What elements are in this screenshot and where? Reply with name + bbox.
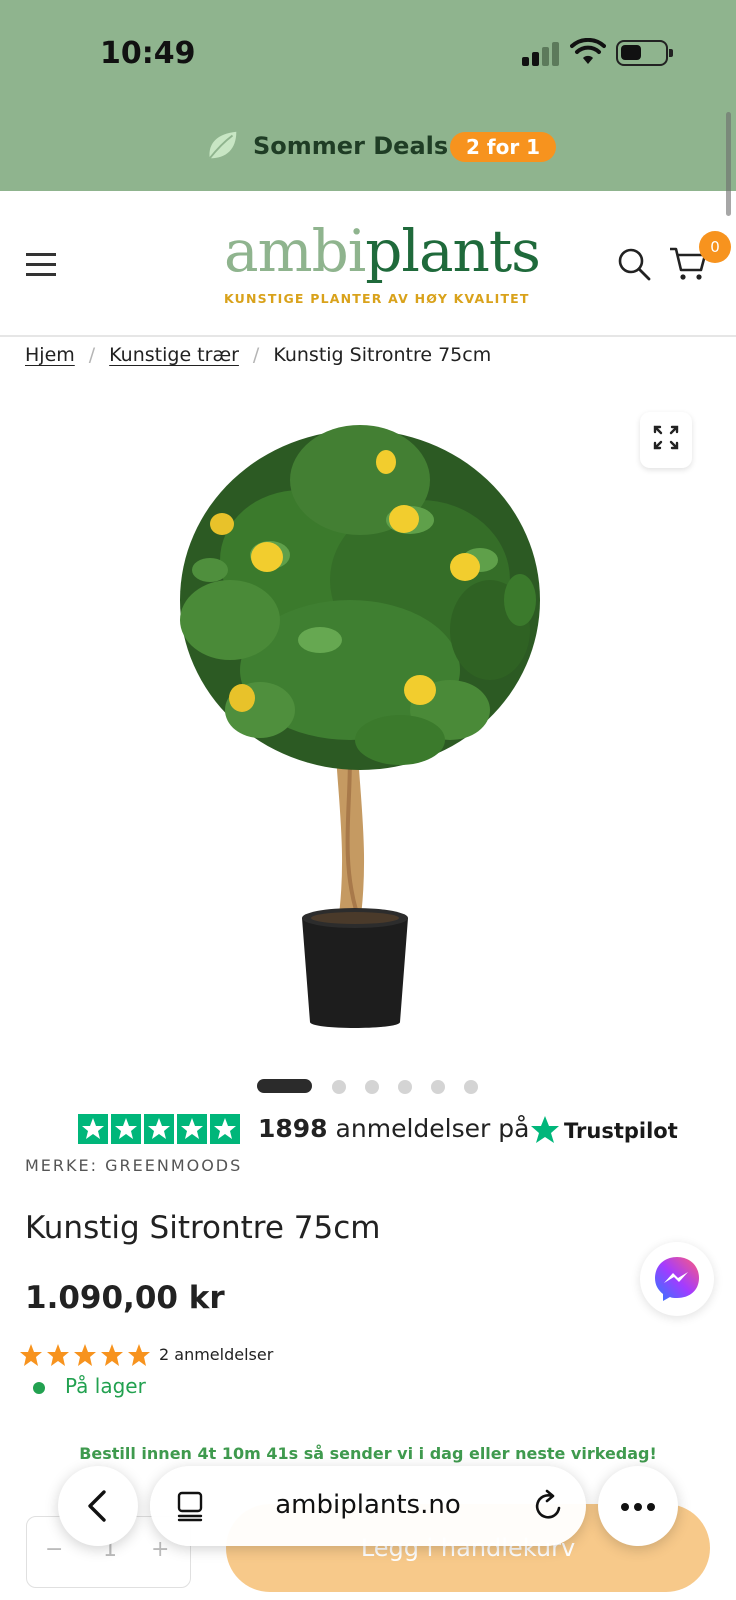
review-count: 2 anmeldelser	[159, 1345, 274, 1364]
trustpilot-star-icon	[531, 1116, 559, 1143]
breadcrumb: Hjem / Kunstige trær / Kunstig Sitrontre 75c…	[25, 344, 491, 366]
product-brand[interactable]: MERKE: GREENMOODS	[25, 1156, 242, 1175]
gallery-dot[interactable]	[464, 1080, 478, 1094]
expand-image-button[interactable]	[640, 412, 692, 468]
logo-tagline: KUNSTIGE PLANTER AV HØY KVALITET	[224, 291, 530, 306]
product-price: 1.090,00 kr	[25, 1280, 225, 1316]
star-icon	[78, 1114, 108, 1144]
cellular-signal-icon	[522, 42, 560, 66]
qty-plus-button[interactable]: +	[151, 1537, 169, 1562]
battery-icon	[616, 40, 673, 66]
star-icon	[20, 1344, 42, 1366]
browser-address-bar[interactable]: ambiplants.no	[150, 1466, 586, 1546]
trustpilot-text: anmeldelser på	[335, 1114, 530, 1143]
search-icon[interactable]	[616, 246, 652, 282]
trustpilot-review-count: 1898 anmeldelser på	[258, 1114, 529, 1143]
more-dot	[621, 1503, 629, 1511]
product-image[interactable]	[150, 410, 586, 1050]
breadcrumb-category[interactable]: Kunstige trær	[109, 344, 239, 366]
shipping-notice: Bestill innen 4t 10m 41s så sender vi i …	[79, 1444, 657, 1463]
trustpilot-count: 1898	[258, 1114, 328, 1143]
browser-url-text[interactable]: ambiplants.no	[150, 1490, 586, 1520]
gallery-dot[interactable]	[431, 1080, 445, 1094]
stock-text: På lager	[65, 1374, 146, 1398]
reload-icon[interactable]	[532, 1488, 566, 1524]
gallery-dot-active[interactable]	[257, 1079, 312, 1093]
trustpilot-widget[interactable]: 1898 anmeldelser på Trustpilot	[78, 1114, 678, 1148]
star-icon	[210, 1114, 240, 1144]
page-scrollbar[interactable]	[726, 112, 731, 216]
messenger-icon	[655, 1257, 699, 1301]
status-bar: 10:49	[0, 0, 736, 110]
breadcrumb-separator: /	[252, 344, 260, 366]
promo-badge: 2 for 1	[450, 132, 557, 162]
breadcrumb-current: Kunstig Sitrontre 75cm	[273, 344, 492, 366]
stock-indicator-dot	[33, 1382, 45, 1394]
star-icon	[144, 1114, 174, 1144]
gallery-dot[interactable]	[398, 1080, 412, 1094]
browser-more-button[interactable]	[598, 1466, 678, 1546]
more-dot	[647, 1503, 655, 1511]
browser-back-button[interactable]	[58, 1466, 138, 1546]
product-title: Kunstig Sitrontre 75cm	[25, 1210, 381, 1246]
status-time: 10:49	[100, 36, 196, 71]
star-icon	[74, 1344, 96, 1366]
breadcrumb-home[interactable]: Hjem	[25, 344, 75, 366]
star-icon	[128, 1344, 150, 1366]
messenger-chat-button[interactable]	[640, 1242, 714, 1316]
wifi-icon	[570, 38, 606, 64]
trustpilot-logo: Trustpilot	[530, 1114, 678, 1148]
star-icon	[111, 1114, 141, 1144]
expand-icon	[653, 425, 679, 450]
breadcrumb-separator: /	[88, 344, 96, 366]
star-icon	[101, 1344, 123, 1366]
leaf-icon	[208, 131, 237, 159]
star-icon	[47, 1344, 69, 1366]
menu-icon[interactable]	[26, 253, 56, 276]
gallery-dot[interactable]	[365, 1080, 379, 1094]
product-rating[interactable]: 2 anmeldelser	[19, 1343, 319, 1367]
promo-bar[interactable]: Sommer Deals 2 for 1	[0, 110, 736, 191]
star-icon	[177, 1114, 207, 1144]
chevron-left-icon	[88, 1490, 106, 1522]
trustpilot-brand: Trustpilot	[564, 1119, 678, 1143]
more-dot	[634, 1503, 642, 1511]
trustpilot-stars	[78, 1114, 240, 1146]
site-header: ambiplants KUNSTIGE PLANTER AV HØY KVALI…	[0, 191, 736, 337]
site-logo[interactable]: ambiplants	[224, 217, 541, 285]
logo-plants: plants	[365, 217, 541, 285]
cart-count-badge: 0	[699, 231, 731, 263]
logo-ambi: ambi	[224, 217, 366, 285]
promo-text: Sommer Deals	[253, 132, 449, 160]
gallery-dot[interactable]	[332, 1080, 346, 1094]
